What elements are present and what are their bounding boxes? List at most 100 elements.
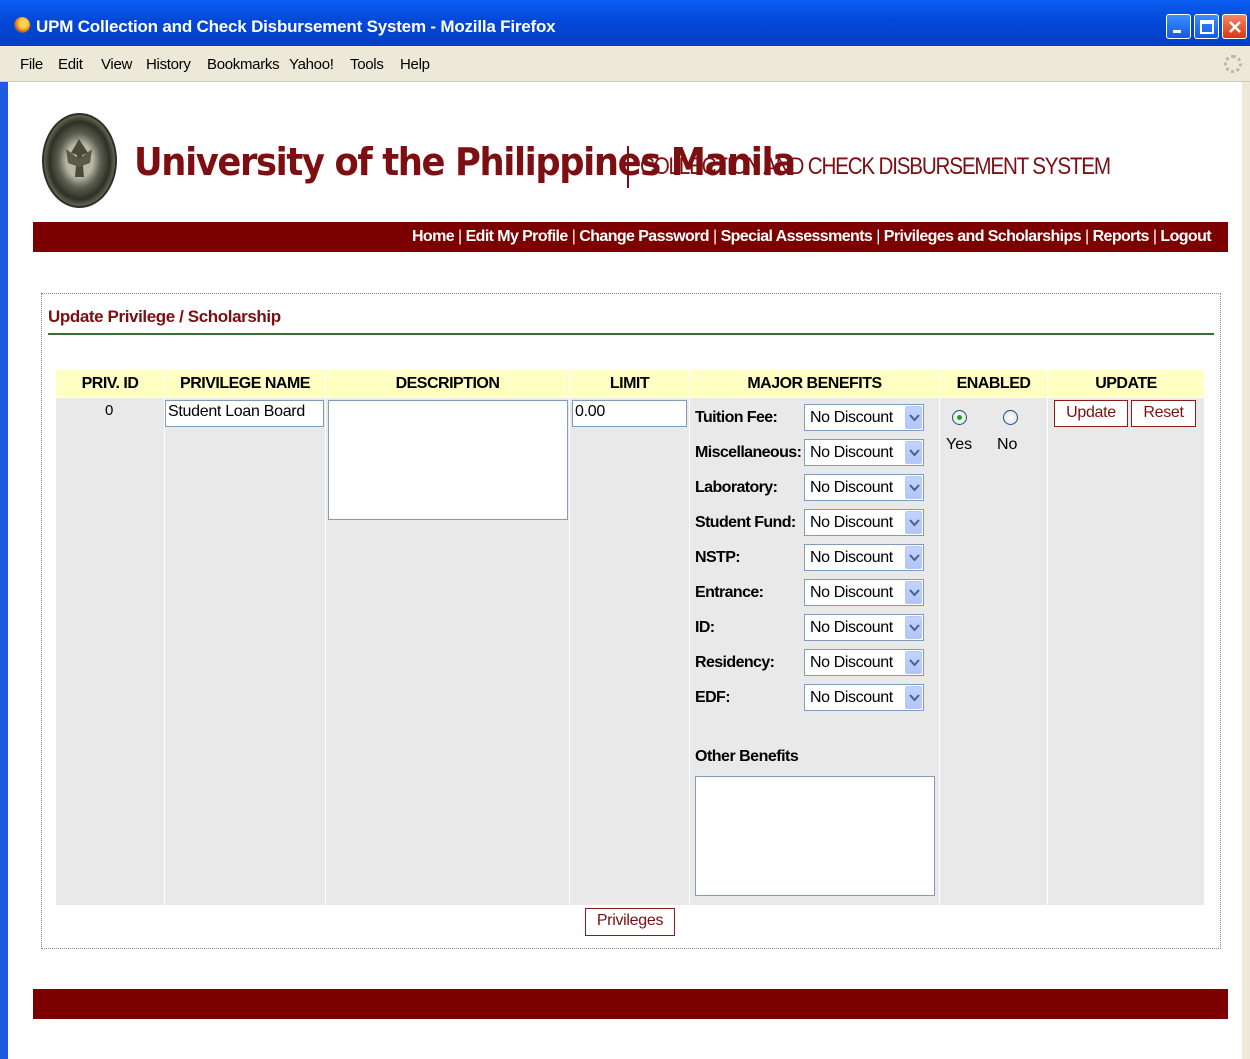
benefit-label-nstp: NSTP: <box>695 549 741 566</box>
column-header-major-benefits: MAJOR BENEFITS <box>690 370 939 397</box>
nav-home[interactable]: Home <box>412 228 455 245</box>
nav-reports[interactable]: Reports <box>1093 228 1150 245</box>
menu-view[interactable]: View <box>101 56 132 73</box>
nav-change-password[interactable]: Change Password <box>579 228 709 245</box>
tuition-fee-value: No Discount <box>810 409 893 426</box>
nav-separator: | <box>713 228 717 245</box>
benefit-label-id: ID: <box>695 619 715 636</box>
nav-privileges-and-scholarships[interactable]: Privileges and Scholarships <box>884 228 1082 245</box>
loading-throbber-icon <box>1224 55 1242 73</box>
student-fund-value: No Discount <box>810 514 893 531</box>
menu-file[interactable]: File <box>20 56 43 73</box>
residency-select[interactable]: No Discount <box>804 649 924 676</box>
maximize-icon <box>1200 20 1214 34</box>
benefit-label-edf: EDF: <box>695 689 731 706</box>
firefox-icon <box>14 17 30 33</box>
nav-separator: | <box>571 228 576 245</box>
minimize-icon <box>1173 30 1181 33</box>
system-name: COLLECTION AND CHECK DISBURSEMENT SYSTEM <box>640 153 1111 180</box>
benefit-label-residency: Residency: <box>695 654 775 671</box>
priv-id-value: 0 <box>105 402 114 419</box>
cell-privilege-name <box>165 398 325 905</box>
id-value: No Discount <box>810 619 893 636</box>
column-header-update: UPDATE <box>1048 370 1204 397</box>
enabled-no-label: No <box>997 436 1018 453</box>
edf-select[interactable]: No Discount <box>804 684 924 711</box>
limit-input[interactable]: 0.00 <box>572 400 687 427</box>
residency-value: No Discount <box>810 654 893 671</box>
chevron-down-icon[interactable] <box>905 441 922 464</box>
other-benefits-textarea[interactable] <box>695 776 935 896</box>
nav-logout[interactable]: Logout <box>1160 228 1211 245</box>
nav-separator: | <box>458 228 462 245</box>
benefit-label-tuition-fee: Tuition Fee: <box>695 409 778 426</box>
laboratory-value: No Discount <box>810 479 893 496</box>
cell-enabled <box>940 398 1047 905</box>
tuition-fee-select[interactable]: No Discount <box>804 404 924 431</box>
minimize-button[interactable] <box>1166 14 1191 39</box>
column-header-enabled: ENABLED <box>940 370 1047 397</box>
menu-yahoo[interactable]: Yahoo! <box>289 56 334 73</box>
chevron-down-icon[interactable] <box>905 476 922 499</box>
nav-separator: | <box>1152 228 1157 245</box>
university-seal-logo <box>42 113 117 208</box>
chevron-down-icon[interactable] <box>905 511 922 534</box>
chevron-down-icon[interactable] <box>905 546 922 569</box>
menu-help[interactable]: Help <box>400 56 430 73</box>
nav-separator: | <box>1085 228 1089 245</box>
menu-bookmarks[interactable]: Bookmarks <box>207 56 280 73</box>
miscellaneous-select[interactable]: No Discount <box>804 439 924 466</box>
column-header-priv-id: PRIV. ID <box>56 370 164 397</box>
close-button[interactable] <box>1222 14 1247 39</box>
window-title: UPM Collection and Check Disbursement Sy… <box>36 17 556 36</box>
edf-value: No Discount <box>810 689 893 706</box>
chevron-down-icon[interactable] <box>905 686 922 709</box>
student-fund-select[interactable]: No Discount <box>804 509 924 536</box>
menu-history[interactable]: History <box>146 56 191 73</box>
panel-title-rule <box>48 333 1214 335</box>
column-header-description: DESCRIPTION <box>326 370 569 397</box>
column-header-limit: LIMIT <box>570 370 689 397</box>
cell-priv-id <box>56 398 164 905</box>
benefit-label-miscellaneous: Miscellaneous: <box>695 444 802 461</box>
footer-bar <box>33 989 1228 1019</box>
menu-bar: File Edit View History Bookmarks Yahoo! … <box>0 46 1250 82</box>
menu-tools[interactable]: Tools <box>350 56 384 73</box>
id-select[interactable]: No Discount <box>804 614 924 641</box>
miscellaneous-value: No Discount <box>810 444 893 461</box>
cell-limit <box>570 398 689 905</box>
chevron-down-icon[interactable] <box>905 406 922 429</box>
benefit-label-student-fund: Student Fund: <box>695 514 796 531</box>
description-textarea[interactable] <box>328 400 568 520</box>
close-icon <box>1229 21 1241 33</box>
benefit-label-laboratory: Laboratory: <box>695 479 778 496</box>
chevron-down-icon[interactable] <box>905 651 922 674</box>
nav-separator: | <box>876 228 880 245</box>
nav-edit-my-profile[interactable]: Edit My Profile <box>466 228 569 245</box>
update-button[interactable]: Update <box>1054 400 1128 427</box>
chevron-down-icon[interactable] <box>905 616 922 639</box>
nstp-value: No Discount <box>810 549 893 566</box>
main-nav: Home | Edit My Profile | Change Password | Spe… <box>33 222 1228 252</box>
cell-update <box>1048 398 1204 905</box>
header-divider <box>627 146 629 188</box>
entrance-value: No Discount <box>810 584 893 601</box>
panel-title: Update Privilege / Scholarship <box>48 307 281 326</box>
privileges-button[interactable]: Privileges <box>585 908 675 936</box>
chevron-down-icon[interactable] <box>905 581 922 604</box>
maximize-button[interactable] <box>1194 14 1219 39</box>
other-benefits-label: Other Benefits <box>695 748 799 765</box>
enabled-yes-label: Yes <box>946 436 973 453</box>
nstp-select[interactable]: No Discount <box>804 544 924 571</box>
enabled-yes-radio[interactable] <box>952 410 967 425</box>
window-titlebar: UPM Collection and Check Disbursement Sy… <box>0 0 1250 46</box>
window-right-border <box>1242 82 1250 1059</box>
enabled-no-radio[interactable] <box>1003 410 1018 425</box>
nav-special-assessments[interactable]: Special Assessments <box>721 228 873 245</box>
laboratory-select[interactable]: No Discount <box>804 474 924 501</box>
window-left-border <box>0 82 8 1059</box>
entrance-select[interactable]: No Discount <box>804 579 924 606</box>
menu-edit[interactable]: Edit <box>58 56 83 73</box>
reset-button[interactable]: Reset <box>1131 400 1196 427</box>
privilege-name-input[interactable]: Student Loan Board <box>165 400 324 427</box>
